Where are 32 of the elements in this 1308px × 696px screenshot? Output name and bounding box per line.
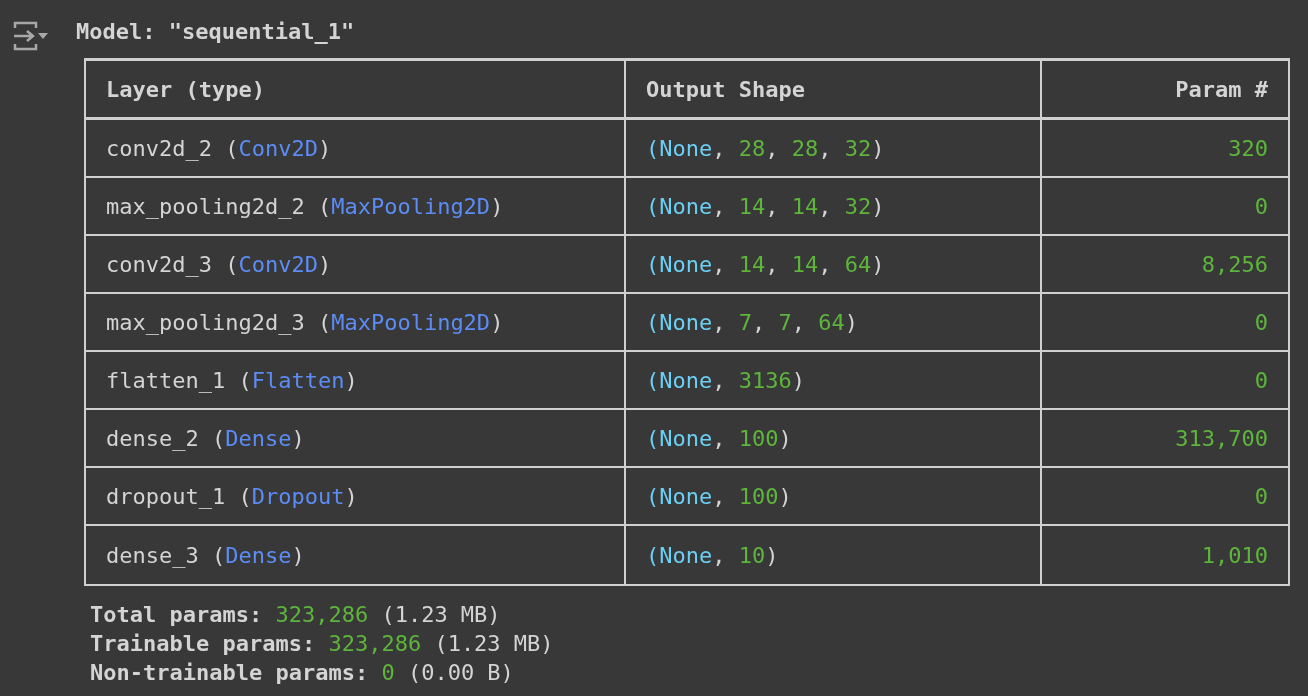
output-icon[interactable] [12,20,50,52]
table-cell: 0 [1042,294,1288,352]
table-cell: conv2d_2 (Conv2D) [86,120,626,178]
column-header: Param # [1042,61,1288,120]
table-cell: (None, 100) [626,410,1042,468]
summary-line: Total params: 323,286 (1.23 MB) [90,601,502,629]
table-cell: 8,256 [1042,236,1288,294]
table-cell: (None, 3136) [626,352,1042,410]
table-cell: (None, 14, 14, 64) [626,236,1042,294]
model-title: Model: "sequential_1" [76,18,356,46]
summary-line: Non-trainable params: 0 (0.00 B) [90,659,515,687]
column-header: Output Shape [626,61,1042,120]
table-cell: max_pooling2d_3 (MaxPooling2D) [86,294,626,352]
table-cell: flatten_1 (Flatten) [86,352,626,410]
table-cell: (None, 14, 14, 32) [626,178,1042,236]
summary-line: Trainable params: 323,286 (1.23 MB) [90,630,555,658]
table-cell: conv2d_3 (Conv2D) [86,236,626,294]
table-cell: dropout_1 (Dropout) [86,468,626,526]
table-cell: dense_3 (Dense) [86,526,626,584]
table-cell: 0 [1042,468,1288,526]
table-cell: 313,700 [1042,410,1288,468]
column-header: Layer (type) [86,61,626,120]
table-cell: 320 [1042,120,1288,178]
table-cell: (None, 100) [626,468,1042,526]
table-cell-text: 1,010 [1200,541,1269,570]
table-cell: (None, 28, 28, 32) [626,120,1042,178]
table-cell: max_pooling2d_2 (MaxPooling2D) [86,178,626,236]
table-cell: 0 [1042,178,1288,236]
table-cell: (None, 7, 7, 64) [626,294,1042,352]
table-cell: 0 [1042,352,1288,410]
table-cell: (None, 10) [626,526,1042,584]
table-cell: dense_2 (Dense) [86,410,626,468]
